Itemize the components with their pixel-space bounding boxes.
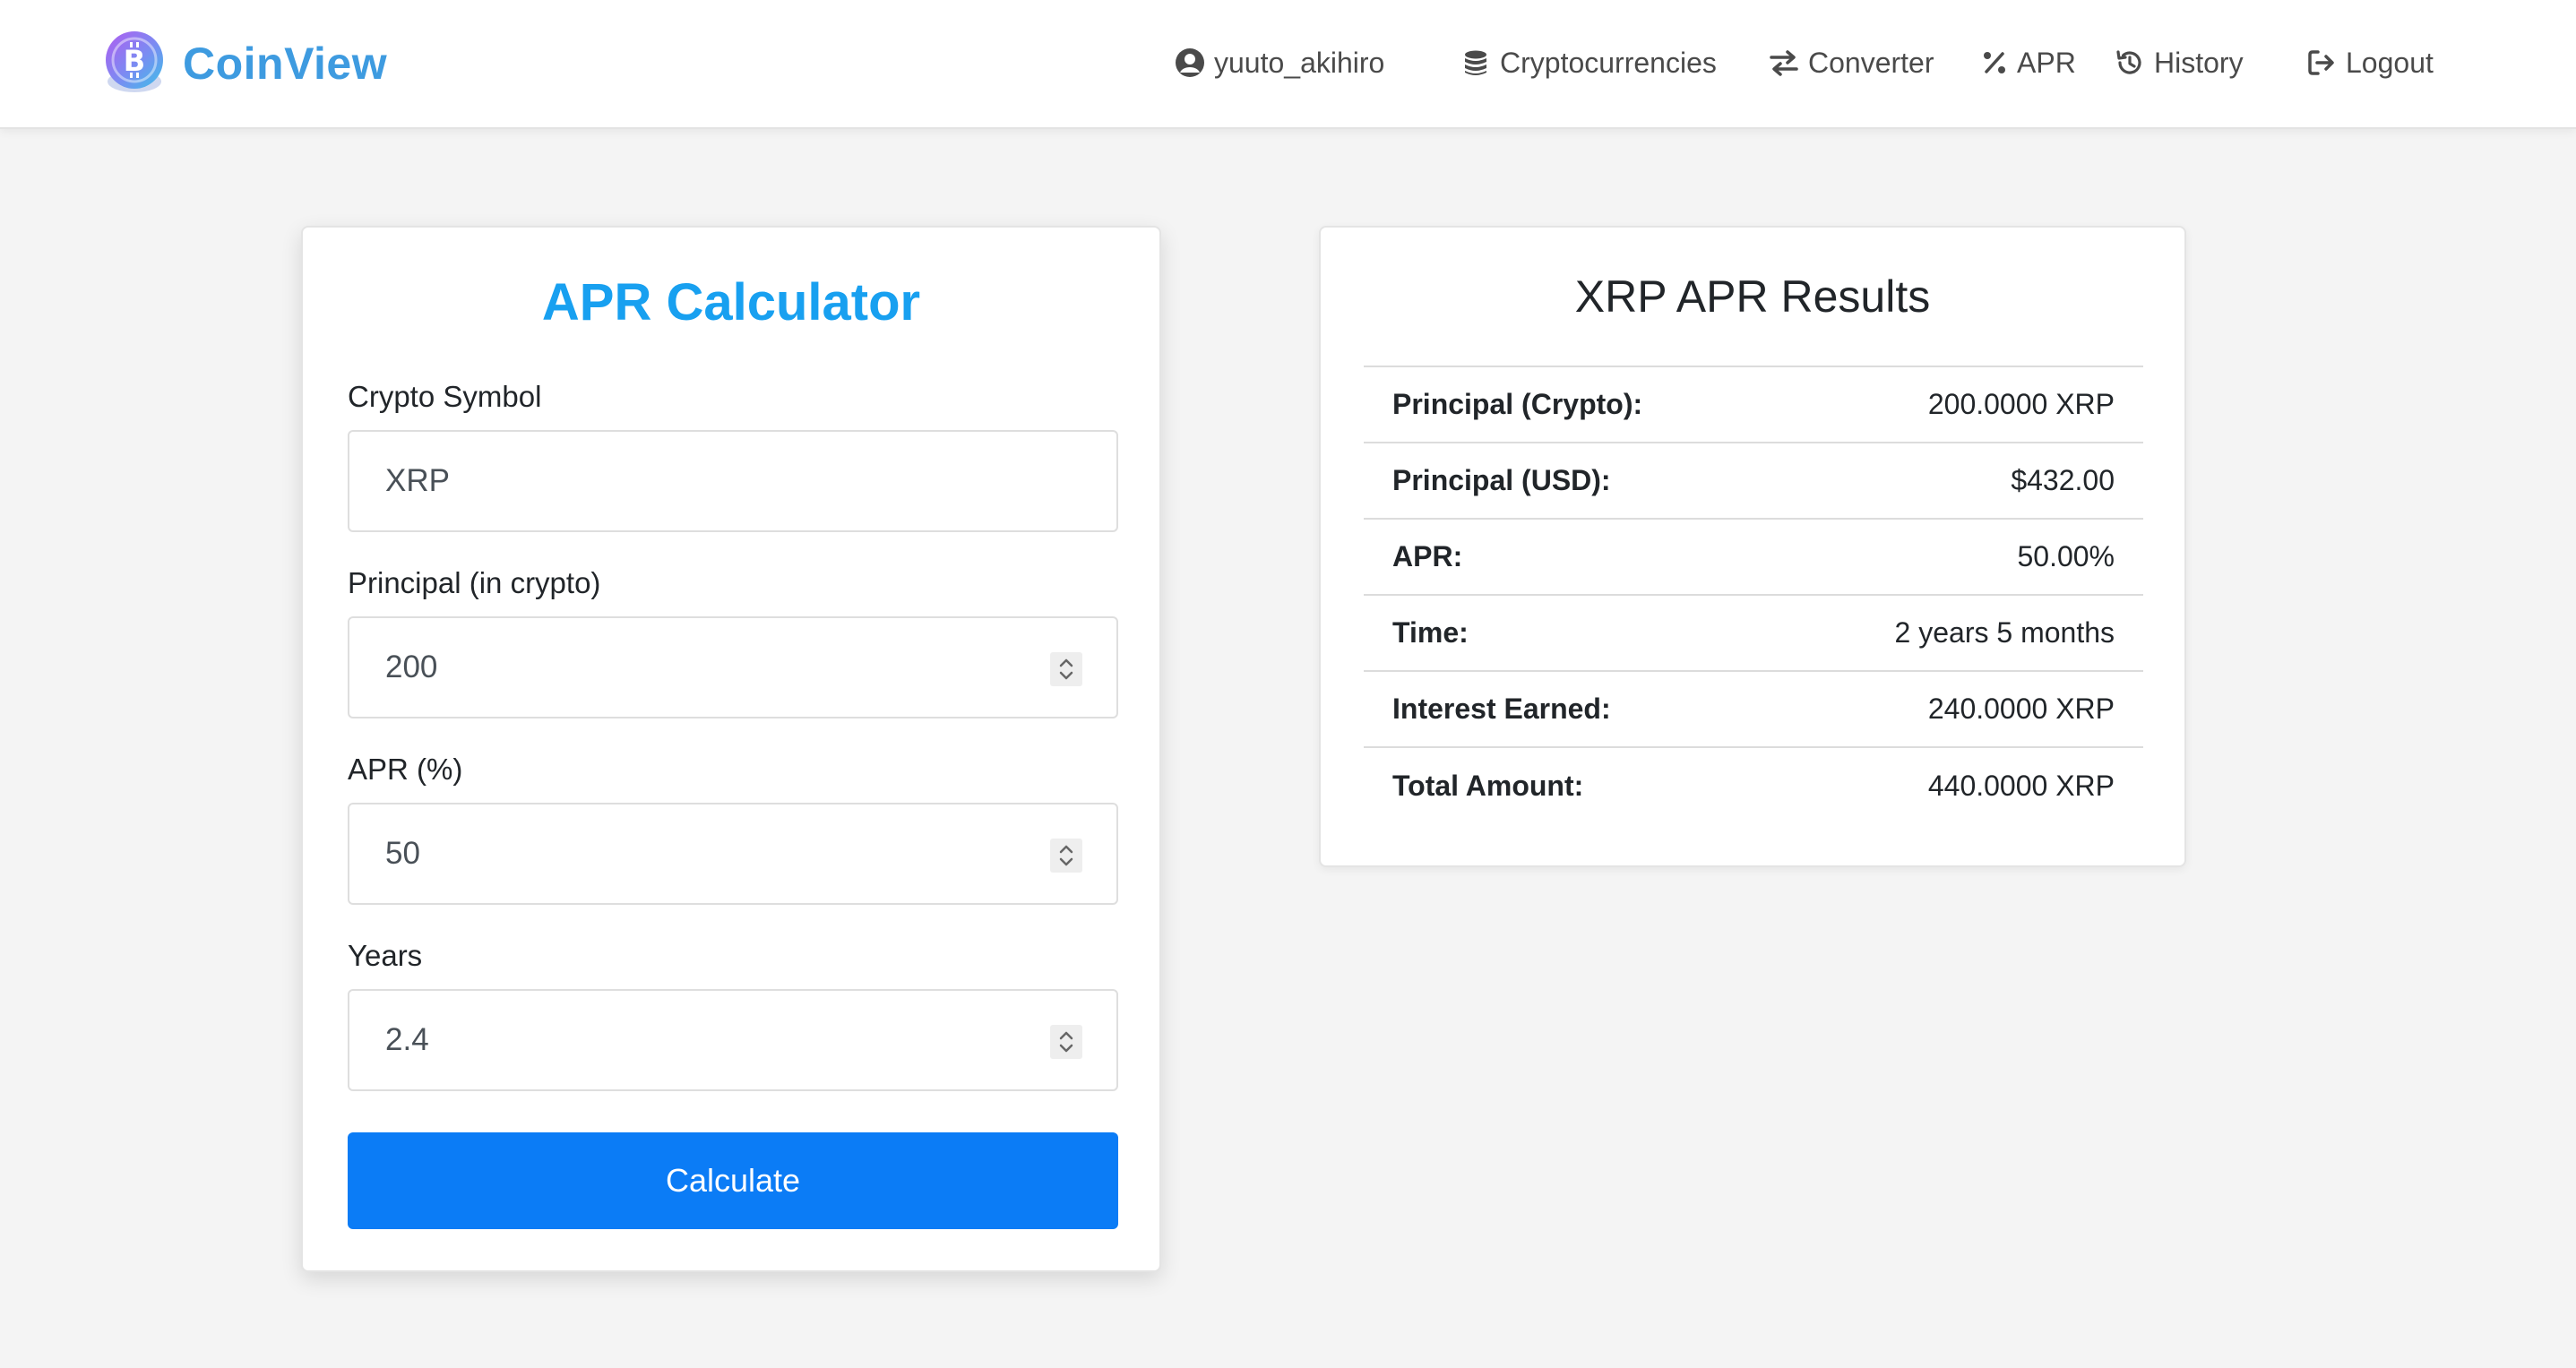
result-label: Interest Earned: — [1392, 693, 1611, 725]
nav-label-cryptocurrencies: Cryptocurrencies — [1500, 46, 1717, 79]
apr-value: 50 — [385, 836, 420, 871]
result-row-apr: APR: 50.00% — [1364, 520, 2143, 596]
calculate-button[interactable]: Calculate — [348, 1132, 1118, 1229]
apr-calculator-card: APR Calculator Crypto Symbol XRP Princip… — [301, 226, 1161, 1272]
result-value: $432.00 — [2011, 464, 2115, 496]
result-label: APR: — [1392, 540, 1463, 572]
nav-converter[interactable]: Converter — [1769, 39, 1934, 86]
bitcoin-coin-icon: B — [106, 31, 163, 92]
results-table: Principal (Crypto): 200.0000 XRP Princip… — [1364, 366, 2143, 824]
nav-user-profile[interactable]: yuuto_akihiro — [1175, 39, 1384, 86]
result-label: Principal (Crypto): — [1392, 388, 1643, 420]
nav-logout[interactable]: Logout — [2306, 39, 2434, 86]
nav-history[interactable]: History — [2115, 39, 2244, 86]
nav-label-history: History — [2154, 46, 2244, 79]
principal-input[interactable]: 200 — [348, 616, 1118, 718]
apr-input[interactable]: 50 — [348, 803, 1118, 905]
coins-icon — [1465, 50, 1486, 75]
logout-icon — [2308, 50, 2334, 75]
result-row-total-amount: Total Amount: 440.0000 XRP — [1364, 748, 2143, 824]
apr-stepper[interactable] — [1050, 839, 1082, 873]
svg-text:B: B — [124, 44, 145, 78]
percent-icon — [1984, 52, 2005, 73]
years-value: 2.4 — [385, 1022, 429, 1057]
years-input[interactable]: 2.4 — [348, 989, 1118, 1091]
crypto-symbol-label: Crypto Symbol — [348, 380, 542, 413]
nav-apr[interactable]: APR — [1981, 39, 2076, 86]
apr-label: APR (%) — [348, 753, 463, 786]
result-label: Total Amount: — [1392, 770, 1584, 802]
history-icon — [2116, 50, 2141, 74]
brand[interactable]: B CoinView — [100, 30, 387, 98]
exchange-arrows-icon — [1770, 50, 1798, 76]
results-title: XRP APR Results — [1574, 271, 1931, 322]
years-label: Years — [348, 939, 423, 972]
result-value: 240.0000 XRP — [1927, 693, 2115, 725]
result-row-interest-earned: Interest Earned: 240.0000 XRP — [1364, 672, 2143, 748]
result-label: Principal (USD): — [1392, 464, 1611, 496]
result-label: Time: — [1392, 616, 1469, 649]
result-row-principal-usd: Principal (USD): $432.00 — [1364, 443, 2143, 520]
calculator-title: APR Calculator — [541, 273, 921, 331]
nav-label-apr: APR — [2017, 46, 2076, 79]
principal-label: Principal (in crypto) — [348, 566, 601, 599]
result-value: 2 years 5 months — [1894, 616, 2115, 649]
years-stepper[interactable] — [1050, 1025, 1082, 1059]
crypto-symbol-value: XRP — [385, 463, 450, 498]
result-row-principal-crypto: Principal (Crypto): 200.0000 XRP — [1364, 367, 2143, 443]
principal-stepper[interactable] — [1050, 652, 1082, 686]
apr-results-card: XRP APR Results Principal (Crypto): 200.… — [1319, 226, 2186, 867]
result-row-time: Time: 2 years 5 months — [1364, 596, 2143, 672]
crypto-symbol-input[interactable]: XRP — [348, 430, 1118, 532]
nav-label-logout: Logout — [2346, 46, 2434, 79]
result-value: 440.0000 XRP — [1927, 770, 2115, 802]
principal-value: 200 — [385, 650, 438, 684]
top-navbar: B CoinView yuuto_akihiro Cryptocurrencie… — [0, 0, 2576, 129]
brand-name: CoinView — [183, 39, 388, 89]
nav-user-label: yuuto_akihiro — [1214, 46, 1385, 79]
result-value: 50.00% — [2017, 540, 2115, 572]
nav-label-converter: Converter — [1808, 46, 1934, 79]
user-circle-icon — [1176, 48, 1204, 77]
result-value: 200.0000 XRP — [1927, 388, 2115, 420]
nav-cryptocurrencies[interactable]: Cryptocurrencies — [1460, 39, 1717, 86]
